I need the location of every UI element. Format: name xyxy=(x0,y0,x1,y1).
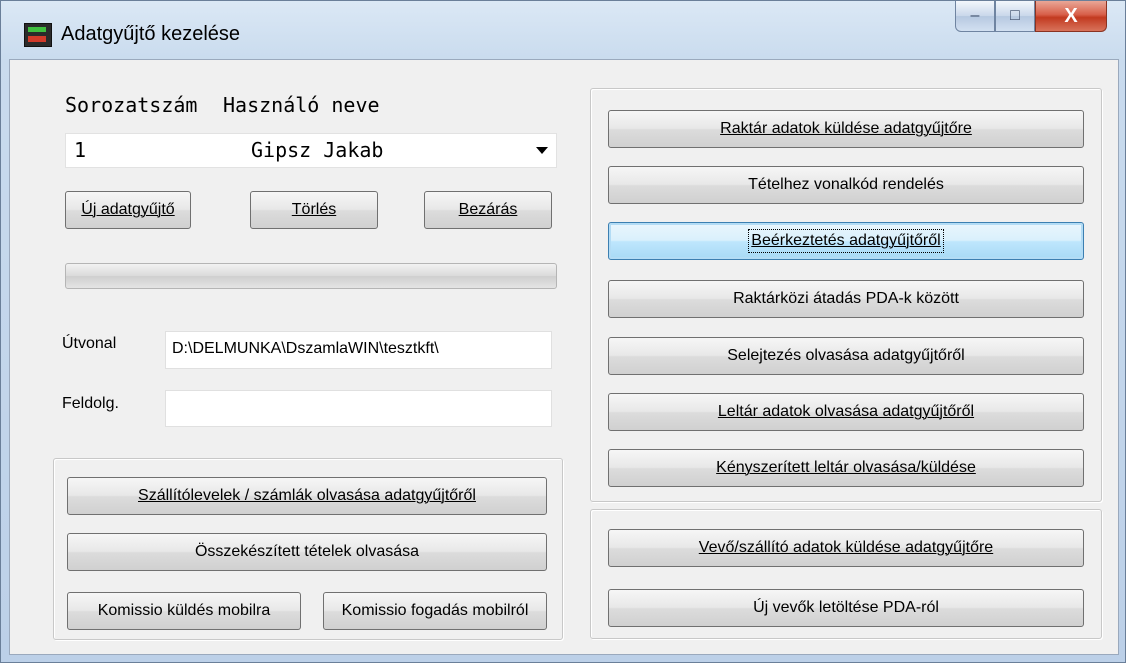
app-icon[interactable] xyxy=(24,23,52,47)
right-actions-group: Raktár adatok küldése adatgyűjtőre Tétel… xyxy=(590,88,1102,502)
path-field[interactable]: D:\DELMUNKA\DszamlaWIN\tesztkft\ xyxy=(165,331,552,369)
assign-barcode-button[interactable]: Tételhez vonalkód rendelés xyxy=(608,166,1084,204)
device-serial-value: 1 xyxy=(74,138,87,162)
serial-number-header: Sorozatszám xyxy=(65,93,198,117)
window-controls: – □ X xyxy=(955,1,1107,39)
close-button[interactable]: Bezárás xyxy=(424,191,552,229)
read-delivery-notes-button[interactable]: Szállítólevelek / számlák olvasása adatg… xyxy=(67,477,547,515)
close-window-button[interactable]: X xyxy=(1035,1,1107,32)
dialog-client-area: Sorozatszám Használó neve 1 Gipsz Jakab … xyxy=(9,59,1119,655)
delete-button[interactable]: Törlés xyxy=(250,191,378,229)
window-title: Adatgyűjtő kezelése xyxy=(61,23,241,45)
send-commission-button[interactable]: Komissio küldés mobilra xyxy=(67,592,301,630)
partner-actions-group: Vevő/szállító adatok küldése adatgyűjtőr… xyxy=(590,509,1102,639)
download-new-customers-button[interactable]: Új vevők letöltése PDA-ról xyxy=(608,589,1084,627)
send-partner-data-button[interactable]: Vevő/szállító adatok küldése adatgyűjtőr… xyxy=(608,529,1084,567)
processing-field[interactable] xyxy=(165,390,552,427)
device-user-value: Gipsz Jakab xyxy=(251,138,384,162)
maximize-button[interactable]: □ xyxy=(995,1,1035,32)
chevron-down-icon[interactable] xyxy=(536,147,548,154)
receive-goods-button[interactable]: Beérkeztetés adatgyűjtőről xyxy=(608,222,1084,260)
progress-bar xyxy=(65,263,557,289)
device-select[interactable]: 1 Gipsz Jakab xyxy=(65,133,557,168)
read-inventory-button[interactable]: Leltár adatok olvasása adatgyűjtőről xyxy=(608,393,1084,431)
read-scrapping-button[interactable]: Selejtezés olvasása adatgyűjtőről xyxy=(608,337,1084,375)
forced-inventory-button[interactable]: Kényszerített leltár olvasása/küldése xyxy=(608,449,1084,487)
path-label: Útvonal xyxy=(62,335,117,352)
send-stock-data-button[interactable]: Raktár adatok küldése adatgyűjtőre xyxy=(608,110,1084,148)
transfer-between-pda-button[interactable]: Raktárközi átadás PDA-k között xyxy=(608,280,1084,318)
processing-label: Feldolg. xyxy=(62,395,119,412)
read-assembled-items-button[interactable]: Összekészített tételek olvasása xyxy=(67,533,547,571)
minimize-button[interactable]: – xyxy=(955,1,995,32)
title-bar[interactable]: Adatgyűjtő kezelése – □ X xyxy=(1,1,1125,65)
new-device-button[interactable]: Új adatgyűjtő xyxy=(65,191,191,229)
app-window: Adatgyűjtő kezelése – □ X Sorozatszám Ha… xyxy=(0,0,1126,663)
receive-commission-button[interactable]: Komissio fogadás mobilról xyxy=(323,592,547,630)
left-actions-group: Szállítólevelek / számlák olvasása adatg… xyxy=(53,458,563,640)
user-name-header: Használó neve xyxy=(223,93,380,117)
